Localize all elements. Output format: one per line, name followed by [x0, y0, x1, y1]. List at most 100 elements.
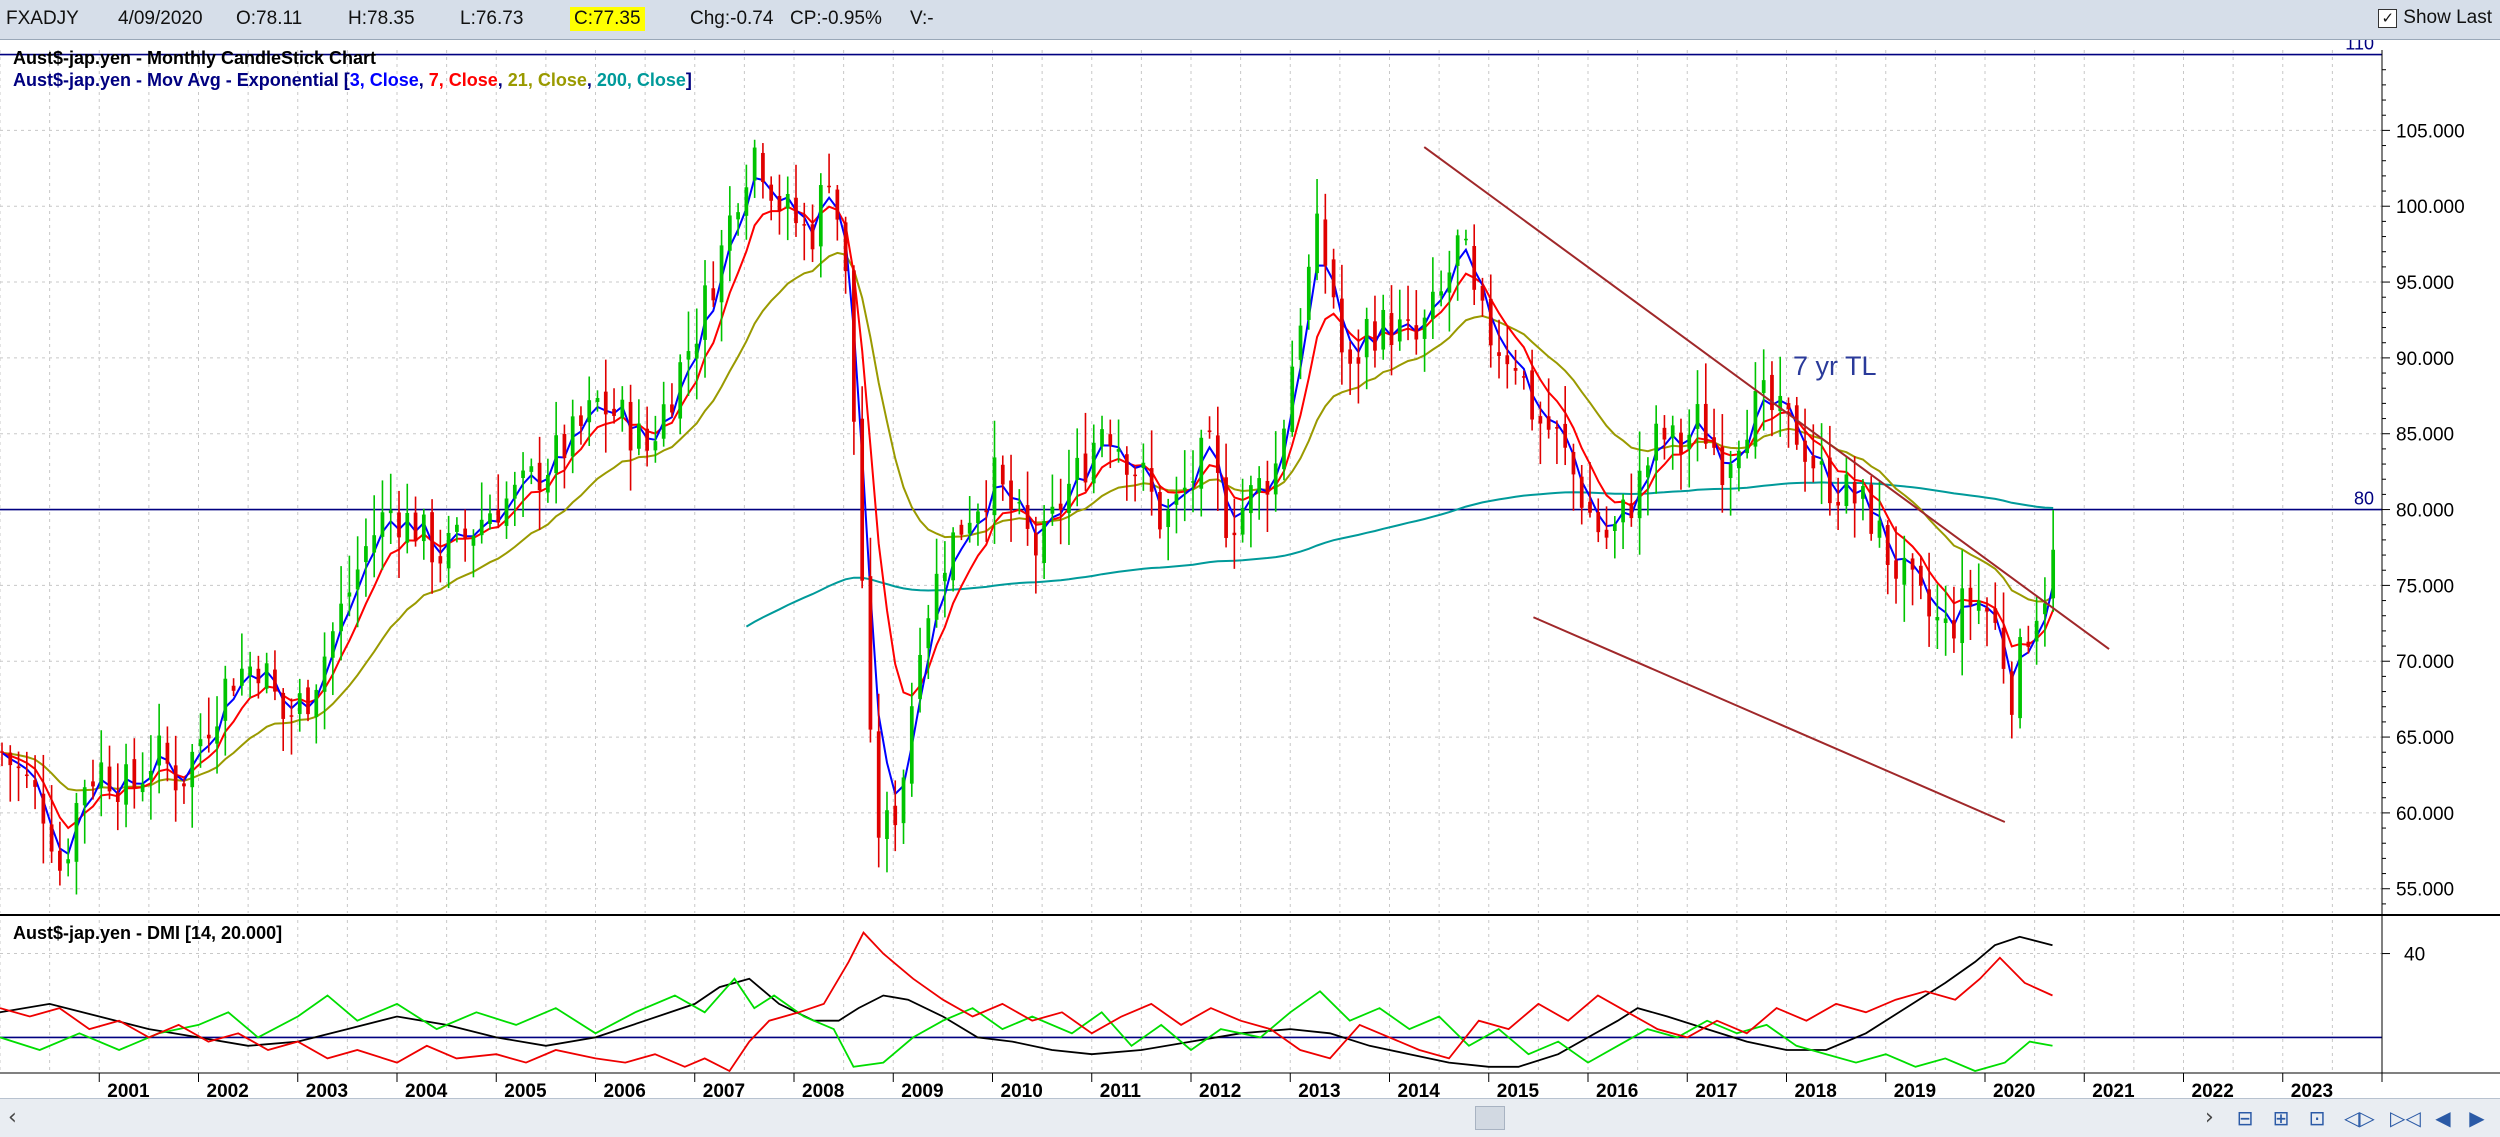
- candle-body: [1149, 468, 1154, 492]
- y-tick-label: 95.000: [2396, 273, 2454, 294]
- candle-body: [339, 603, 343, 632]
- x-tick-label: 2003: [306, 1081, 348, 1098]
- candle-body: [1703, 403, 1708, 444]
- show-last-toggle[interactable]: ✓ Show Last: [2378, 7, 2492, 29]
- candle-body: [413, 512, 418, 542]
- candle-body: [479, 519, 484, 536]
- candle-body: [1133, 474, 1137, 477]
- candle-body: [1397, 319, 1402, 342]
- candle-body: [1869, 484, 1874, 534]
- candle-body: [1819, 461, 1824, 465]
- x-tick-label: 2006: [604, 1081, 646, 1098]
- candle-body: [1612, 523, 1617, 531]
- candle-body: [1224, 477, 1228, 538]
- candle-body: [1695, 404, 1700, 429]
- candle-body: [1298, 325, 1303, 360]
- candle-body: [761, 152, 765, 183]
- candle-body: [777, 195, 782, 212]
- candle-body: [579, 415, 583, 426]
- candle-body: [16, 766, 21, 769]
- candle-body: [306, 687, 310, 715]
- scroll-right-arrow-icon[interactable]: ›: [2205, 1105, 2214, 1130]
- x-tick-label: 2002: [207, 1081, 249, 1098]
- candle-body: [2001, 627, 2006, 669]
- candle-body: [934, 573, 939, 620]
- candle-body: [1158, 492, 1162, 530]
- candle-body: [1323, 219, 1328, 266]
- candle-body: [1340, 298, 1344, 353]
- candle-body: [496, 509, 501, 523]
- candle-body: [1968, 587, 1973, 606]
- candle-body: [1894, 560, 1898, 579]
- zoom-out-icon[interactable]: ⊟: [2230, 1104, 2260, 1132]
- candle-body: [1579, 476, 1584, 508]
- candle-body: [504, 498, 509, 526]
- candle-body: [1836, 501, 1840, 506]
- zoom-in-icon[interactable]: ⊞: [2266, 1104, 2296, 1132]
- subtitle-part: 7, Close: [429, 70, 498, 90]
- x-tick-label: 2014: [1398, 1081, 1441, 1098]
- step-forward-icon[interactable]: ▶: [2462, 1104, 2492, 1132]
- candle-body: [2034, 620, 2039, 642]
- symbol-label: FXADJY: [6, 8, 79, 29]
- candle-body: [273, 669, 277, 692]
- candle-body: [256, 668, 261, 684]
- subtitle-part: Aust$-jap.yen - Mov Avg - Exponential [: [13, 70, 350, 90]
- candle-body: [1033, 532, 1038, 556]
- candle-body: [546, 474, 550, 493]
- horizontal-scrollbar[interactable]: ‹ › ⊟ ⊞ ⊡ ◁▷ ▷◁ ◀ ▶: [0, 1098, 2500, 1137]
- candle-body: [1621, 499, 1625, 523]
- candle-body: [1513, 368, 1518, 371]
- y-tick-label: 100.000: [2396, 197, 2465, 218]
- candle-body: [686, 351, 691, 360]
- candle-body: [802, 224, 807, 226]
- candle-body: [463, 528, 468, 539]
- candle-body: [1679, 432, 1683, 454]
- quote-toolbar: FXADJY 4/09/2020 O:78.11 H:78.35 L:76.73…: [0, 0, 2500, 40]
- candle-body: [1290, 366, 1295, 433]
- candle-body: [438, 556, 443, 564]
- candle-body: [1141, 462, 1146, 469]
- zoom-fit-icon[interactable]: ⊡: [2302, 1104, 2332, 1132]
- candle-body: [1464, 238, 1468, 241]
- candle-body: [1844, 474, 1849, 507]
- x-tick-label: 2013: [1298, 1081, 1340, 1098]
- candle-body: [612, 408, 616, 416]
- scrollbar-thumb[interactable]: [1475, 1106, 1505, 1130]
- candle-body: [810, 224, 815, 250]
- candle-body: [281, 692, 286, 719]
- candle-body: [1356, 357, 1361, 364]
- candle-body: [2009, 671, 2014, 715]
- scroll-start-icon[interactable]: ◁▷: [2344, 1104, 2375, 1132]
- show-last-label: Show Last: [2403, 7, 2492, 28]
- candle-body: [471, 535, 476, 546]
- x-tick-label: 2019: [1894, 1081, 1936, 1098]
- candle-body: [132, 759, 137, 789]
- candle-body: [876, 731, 881, 838]
- candle-body: [818, 185, 823, 247]
- show-last-checkbox[interactable]: ✓: [2378, 8, 2398, 28]
- x-tick-label: 2021: [2092, 1081, 2135, 1098]
- candle-body: [951, 532, 956, 581]
- candle-body: [1447, 272, 1452, 293]
- x-tick-label: 2020: [1993, 1081, 2035, 1098]
- x-tick-label: 2010: [1001, 1081, 1043, 1098]
- candle-body: [587, 400, 592, 423]
- candle-body: [1108, 434, 1113, 446]
- open-value: O:78.11: [236, 8, 303, 29]
- candle-body: [1430, 291, 1435, 320]
- scroll-end-icon[interactable]: ▷◁: [2390, 1104, 2421, 1132]
- candle-body: [1745, 439, 1750, 454]
- y-tick-label: 80.000: [2396, 501, 2454, 522]
- candle-body: [190, 751, 195, 788]
- scroll-left-arrow-icon[interactable]: ‹: [8, 1105, 17, 1130]
- candle-body: [1737, 450, 1741, 469]
- chart-canvas[interactable]: 110 80 55.000 60.000 65.000 70.000 75.000 80.0…: [0, 40, 2500, 1098]
- candle-body: [8, 752, 13, 766]
- candle-body: [868, 576, 873, 730]
- candle-body: [1852, 481, 1857, 504]
- step-back-icon[interactable]: ◀: [2428, 1104, 2458, 1132]
- candle-body: [1075, 457, 1080, 481]
- candle-body: [1373, 321, 1377, 351]
- candle-body: [1753, 390, 1758, 447]
